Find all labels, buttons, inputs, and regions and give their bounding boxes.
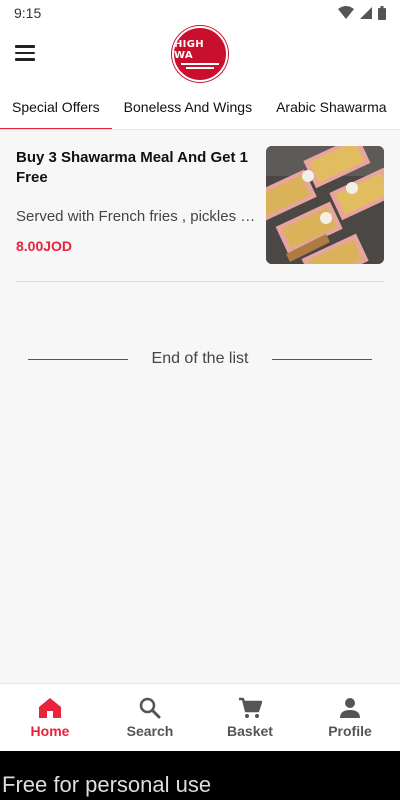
app-bar: HIGH WA bbox=[0, 26, 400, 84]
end-of-list-text: End of the list bbox=[151, 350, 249, 367]
tab-arabic-shawarma[interactable]: Arabic Shawarma bbox=[264, 84, 399, 129]
category-tabs: Special Offers Boneless And Wings Arabic… bbox=[0, 84, 400, 130]
item-title: Buy 3 Shawarma Meal And Get 1 Free bbox=[16, 149, 249, 186]
profile-icon bbox=[340, 697, 360, 718]
search-icon bbox=[139, 697, 161, 718]
nav-search[interactable]: Search bbox=[100, 684, 200, 751]
wifi-icon bbox=[338, 6, 354, 19]
menu-item-card[interactable]: Buy 3 Shawarma Meal And Get 1 Free Serve… bbox=[16, 146, 384, 266]
status-icons bbox=[338, 6, 386, 20]
item-divider bbox=[16, 281, 384, 282]
watermark-text: Free for personal use bbox=[2, 772, 212, 797]
cell-signal-icon bbox=[360, 7, 372, 19]
restaurant-logo: HIGH WA bbox=[172, 26, 228, 82]
item-image bbox=[266, 146, 384, 264]
nav-profile[interactable]: Profile bbox=[300, 684, 400, 751]
item-description: Served with French fries , pickles and g… bbox=[16, 208, 256, 225]
watermark-banner: Free for personal use bbox=[0, 751, 400, 800]
nav-basket[interactable]: Basket bbox=[200, 684, 300, 751]
tab-boneless-and-wings[interactable]: Boneless And Wings bbox=[112, 84, 264, 129]
item-price: 8.00JOD bbox=[16, 238, 73, 254]
tab-special-offers[interactable]: Special Offers bbox=[0, 84, 112, 129]
nav-home[interactable]: Home bbox=[0, 684, 100, 751]
status-bar: 9:15 bbox=[0, 0, 400, 26]
end-of-list: End of the list bbox=[0, 348, 400, 370]
menu-list: Buy 3 Shawarma Meal And Get 1 Free Serve… bbox=[0, 130, 400, 683]
menu-icon[interactable] bbox=[12, 40, 38, 66]
basket-icon bbox=[239, 697, 262, 718]
status-time: 9:15 bbox=[14, 5, 42, 21]
home-icon bbox=[39, 697, 61, 718]
logo-text: HIGH WA bbox=[174, 39, 204, 61]
battery-icon bbox=[378, 6, 386, 20]
bottom-navigation: Home Search Basket Profile bbox=[0, 683, 400, 751]
